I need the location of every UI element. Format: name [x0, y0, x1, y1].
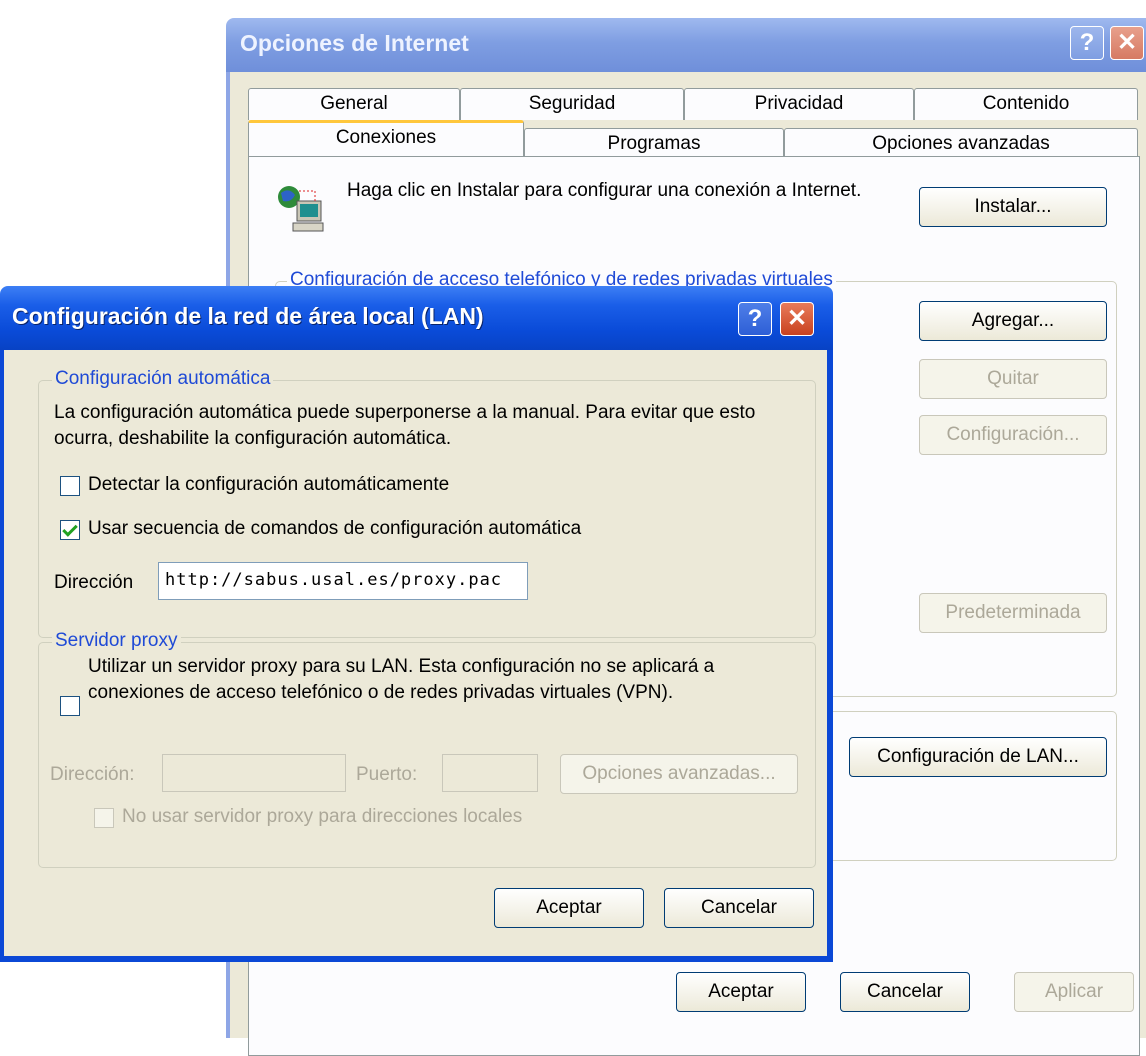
script-address-label: Dirección	[54, 572, 134, 593]
network-connection-icon	[275, 183, 327, 235]
proxy-group-label: Servidor proxy	[52, 630, 181, 652]
settings-button[interactable]: Configuración...	[919, 415, 1107, 455]
install-description: Haga clic en Instalar para configurar un…	[347, 180, 862, 201]
use-script-label[interactable]: Usar secuencia de comandos de configurac…	[88, 518, 581, 540]
install-button[interactable]: Instalar...	[919, 187, 1107, 227]
proxy-address-label: Dirección:	[50, 764, 135, 785]
proxy-advanced-button[interactable]: Opciones avanzadas...	[560, 754, 798, 794]
close-button[interactable]: ✕	[1110, 26, 1144, 60]
close-button[interactable]: ✕	[780, 302, 814, 336]
proxy-port-input[interactable]	[442, 754, 538, 792]
tab-security[interactable]: Seguridad	[460, 88, 684, 120]
ok-button[interactable]: Aceptar	[676, 972, 806, 1012]
script-address-value: http://sabus.usal.es/proxy.pac	[165, 570, 503, 590]
lan-settings-button[interactable]: Configuración de LAN...	[849, 737, 1107, 777]
use-proxy-label[interactable]: Utilizar un servidor proxy para su LAN. …	[88, 654, 718, 706]
cancel-button[interactable]: Cancelar	[840, 972, 970, 1012]
bypass-local-checkbox[interactable]	[94, 808, 114, 828]
tab-privacy[interactable]: Privacidad	[684, 88, 914, 120]
script-address-input[interactable]: http://sabus.usal.es/proxy.pac	[158, 562, 528, 600]
lan-settings-dialog: Configuración de la red de área local (L…	[0, 286, 833, 962]
tab-connections[interactable]: Conexiones	[248, 120, 524, 156]
lan-cancel-button[interactable]: Cancelar	[664, 888, 814, 928]
bypass-local-label[interactable]: No usar servidor proxy para direcciones …	[122, 806, 522, 828]
auto-config-description: La configuración automática puede superp…	[54, 402, 756, 449]
use-proxy-checkbox[interactable]	[60, 696, 80, 716]
auto-config-group-label: Configuración automática	[52, 368, 274, 390]
detect-auto-checkbox[interactable]	[60, 476, 80, 496]
window-title: Opciones de Internet	[240, 30, 469, 56]
dialog-title: Configuración de la red de área local (L…	[12, 303, 484, 329]
apply-button[interactable]: Aplicar	[1014, 972, 1134, 1012]
tab-content[interactable]: Contenido	[914, 88, 1138, 120]
proxy-address-input[interactable]	[162, 754, 346, 792]
proxy-port-label: Puerto:	[356, 764, 418, 785]
default-button[interactable]: Predeterminada	[919, 593, 1107, 633]
dialog-body: Configuración automática La configuració…	[4, 350, 827, 956]
use-script-checkbox[interactable]	[60, 520, 80, 540]
help-button[interactable]: ?	[1070, 26, 1104, 60]
remove-button[interactable]: Quitar	[919, 359, 1107, 399]
tab-general[interactable]: General	[248, 88, 460, 120]
help-button[interactable]: ?	[738, 302, 772, 336]
lan-ok-button[interactable]: Aceptar	[494, 888, 644, 928]
add-button[interactable]: Agregar...	[919, 301, 1107, 341]
detect-auto-label[interactable]: Detectar la configuración automáticament…	[88, 474, 449, 496]
